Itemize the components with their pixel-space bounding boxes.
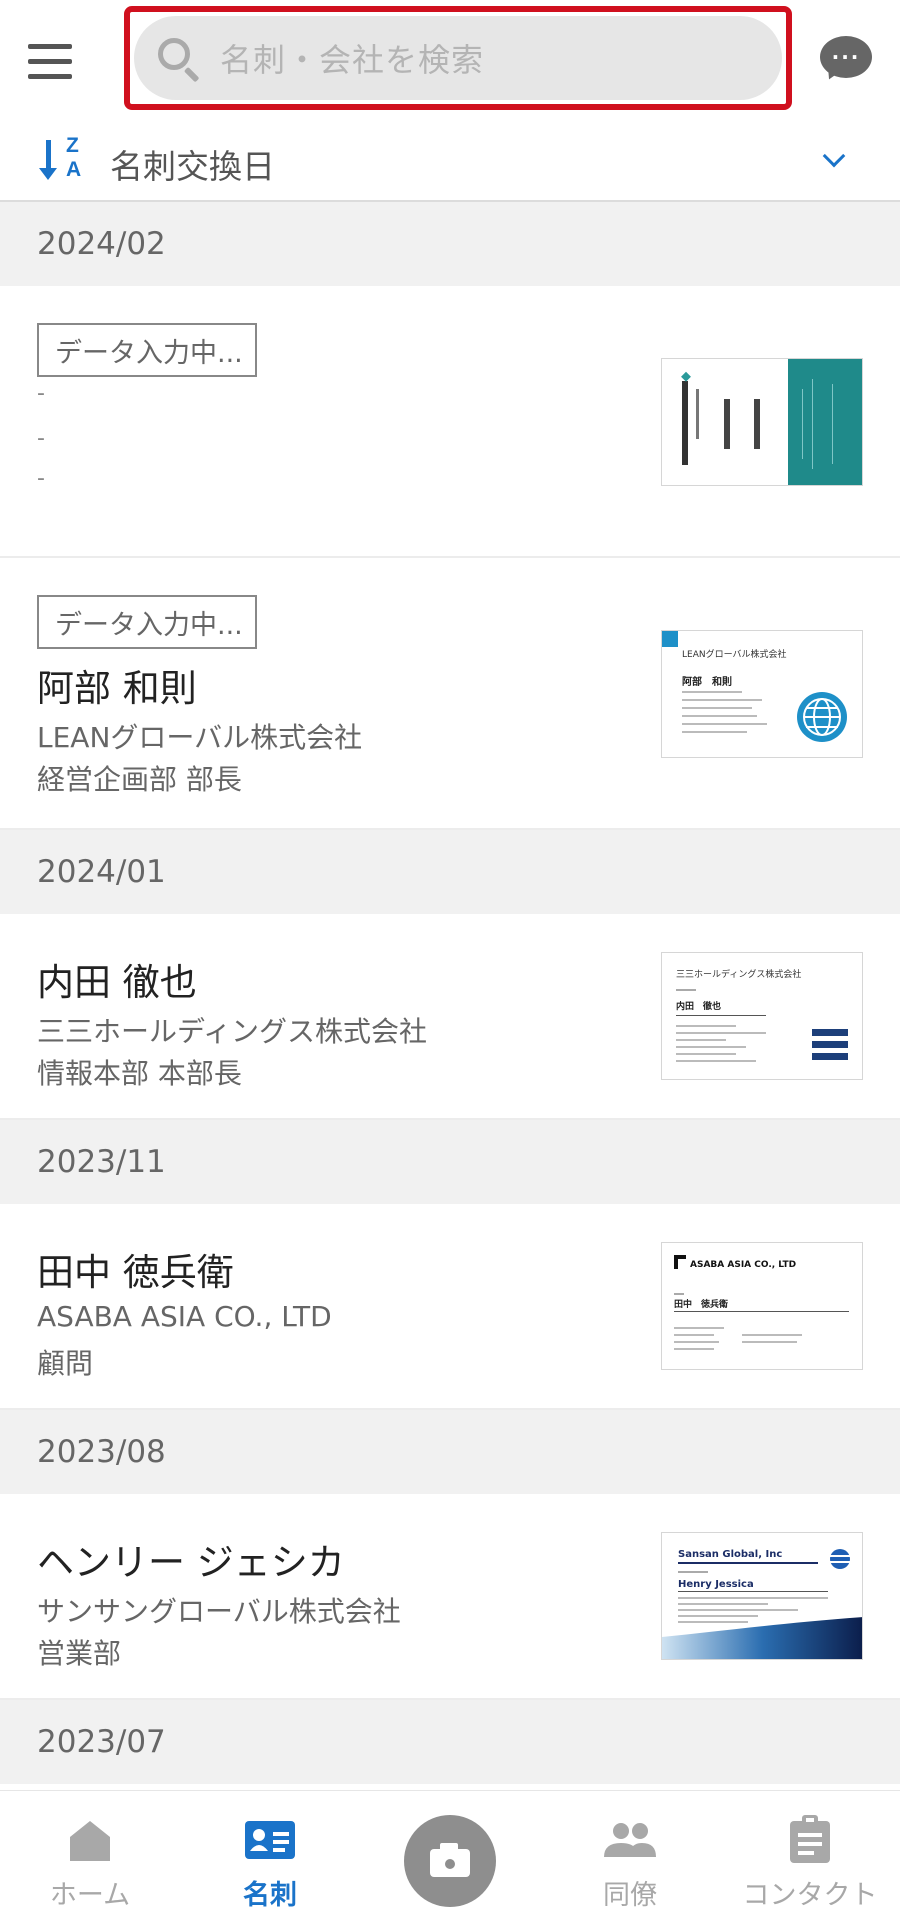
clipboard-icon — [790, 1815, 830, 1863]
department-title: 営業部 — [37, 1637, 122, 1670]
status-badge: データ入力中... — [37, 323, 257, 377]
card-row[interactable]: データ入力中... - - - — [0, 286, 900, 558]
app-root: 名刺・会社を検索 ··· Z A 名刺交換日 2024/02 データ入力中...… — [0, 0, 900, 1920]
svg-text:田中 徳兵衛: 田中 徳兵衛 — [674, 1298, 728, 1310]
person-name: ヘンリー ジェシカ — [37, 1541, 345, 1584]
month-header: 2024/01 — [0, 830, 900, 914]
company-name: 三三ホールディングス株式会社 — [37, 1015, 428, 1048]
svg-text:内田 徹也: 内田 徹也 — [676, 1000, 721, 1012]
nav-contacts-label: コンタクト — [742, 1880, 878, 1911]
month-header: 2023/11 — [0, 1120, 900, 1204]
svg-text:Henry Jessica: Henry Jessica — [678, 1579, 754, 1590]
svg-text:三三ホールディングス株式会社: 三三ホールディングス株式会社 — [676, 968, 801, 980]
card-thumbnail[interactable]: ASABA ASIA CO., LTD 田中 徳兵衛 — [661, 1242, 863, 1370]
placeholder-name: - — [37, 381, 45, 406]
company-name: ASABA ASIA CO., LTD — [37, 1300, 332, 1333]
company-name: LEANグローバル株式会社 — [37, 721, 363, 754]
placeholder-dept: - — [37, 466, 45, 491]
nav-home[interactable]: ホーム — [0, 1791, 180, 1920]
placeholder-company: - — [37, 426, 45, 451]
search-input[interactable]: 名刺・会社を検索 — [134, 16, 782, 100]
department-title: 情報本部 本部長 — [37, 1057, 242, 1090]
sort-dropdown[interactable]: Z A 名刺交換日 — [0, 118, 900, 202]
card-row[interactable]: 内田 徹也 三三ホールディングス株式会社 情報本部 本部長 三三ホールディングス… — [0, 914, 900, 1120]
nav-colleagues-label: 同僚 — [603, 1880, 657, 1911]
card-thumbnail[interactable]: LEANグローバル株式会社 阿部 和則 — [661, 630, 863, 758]
card-thumbnail[interactable] — [661, 358, 863, 486]
sort-descending-icon: Z A — [38, 134, 88, 184]
chat-icon[interactable]: ··· — [820, 36, 872, 83]
svg-text:ASABA ASIA CO., LTD: ASABA ASIA CO., LTD — [690, 1260, 796, 1270]
camera-button[interactable] — [404, 1815, 496, 1907]
svg-text:Sansan Global, Inc: Sansan Global, Inc — [678, 1549, 782, 1560]
nav-cards[interactable]: 名刺 — [180, 1791, 360, 1920]
menu-line — [28, 73, 72, 79]
svg-text:阿部 和則: 阿部 和則 — [682, 675, 732, 688]
card-row[interactable]: ヘンリー ジェシカ サンサングローバル株式会社 営業部 Sansan Globa… — [0, 1494, 900, 1700]
department-title: 顧問 — [37, 1347, 94, 1380]
sort-label: 名刺交換日 — [110, 147, 275, 186]
header: 名刺・会社を検索 ··· — [0, 0, 900, 118]
nav-contacts[interactable]: コンタクト — [720, 1791, 900, 1920]
month-header: 2023/07 — [0, 1700, 900, 1784]
card-row[interactable]: 田中 徳兵衛 ASABA ASIA CO., LTD 顧問 ASABA ASIA… — [0, 1204, 900, 1410]
card-row[interactable]: データ入力中... 阿部 和則 LEANグローバル株式会社 経営企画部 部長 L… — [0, 558, 900, 830]
card-thumbnail[interactable]: 三三ホールディングス株式会社 内田 徹也 — [661, 952, 863, 1080]
month-header: 2024/02 — [0, 202, 900, 286]
card-thumbnail[interactable]: Sansan Global, Inc Henry Jessica — [661, 1532, 863, 1660]
bottom-nav: ホーム 名刺 同僚 コンタクト — [0, 1790, 900, 1920]
department-title: 経営企画部 部長 — [37, 763, 242, 796]
status-badge: データ入力中... — [37, 595, 257, 649]
person-name: 内田 徹也 — [37, 961, 197, 1004]
menu-line — [28, 43, 72, 49]
nav-colleagues[interactable]: 同僚 — [540, 1791, 720, 1920]
search-placeholder: 名刺・会社を検索 — [220, 41, 485, 79]
company-name: サンサングローバル株式会社 — [37, 1595, 401, 1628]
search-icon — [156, 36, 200, 83]
nav-cards-label: 名刺 — [243, 1880, 297, 1911]
nav-home-label: ホーム — [49, 1880, 131, 1911]
card-list: 2024/02 データ入力中... - - - データ入力中... 阿部 和則 … — [0, 202, 900, 1784]
home-icon — [70, 1821, 110, 1861]
person-name: 田中 徳兵衛 — [37, 1251, 234, 1294]
month-header: 2023/08 — [0, 1410, 900, 1494]
people-icon — [604, 1823, 656, 1857]
svg-text:LEANグローバル株式会社: LEANグローバル株式会社 — [682, 648, 787, 660]
business-card-icon — [245, 1821, 295, 1859]
person-name: 阿部 和則 — [37, 667, 197, 710]
menu-line — [28, 58, 72, 64]
chevron-down-icon — [822, 144, 846, 168]
hamburger-menu-icon[interactable] — [28, 36, 98, 86]
